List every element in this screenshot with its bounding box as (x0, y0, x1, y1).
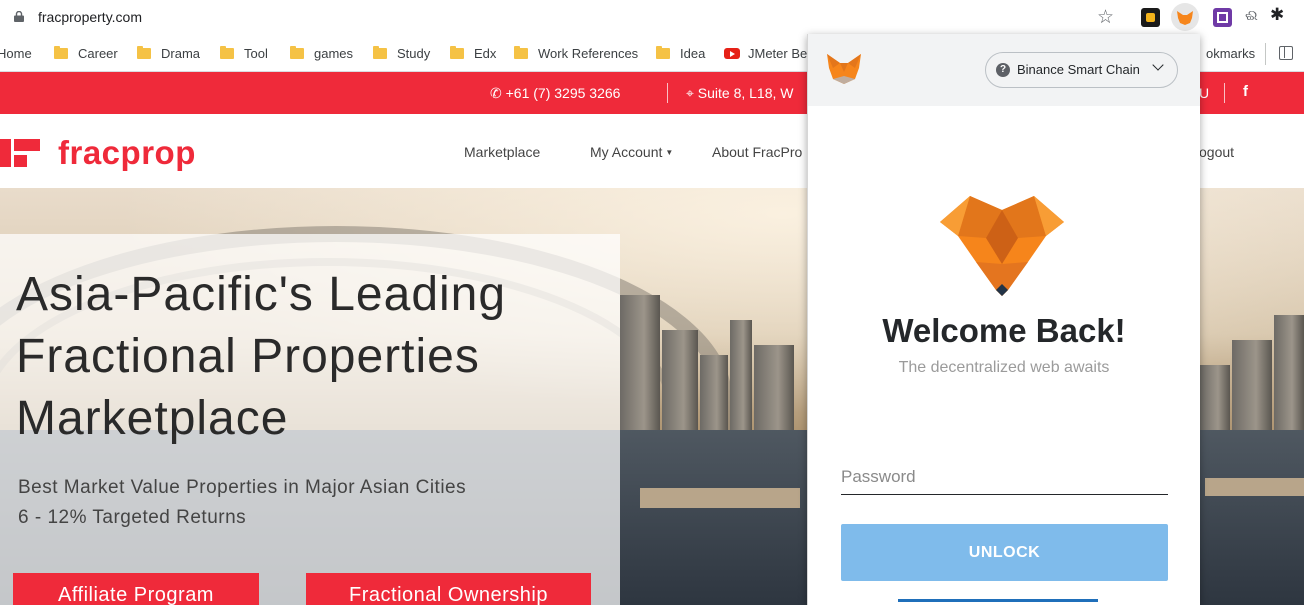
bookmark-career[interactable]: Career (54, 46, 118, 61)
network-label: Binance Smart Chain (1017, 62, 1140, 77)
phone-link[interactable]: ✆ +61 (7) 3295 3266 (490, 85, 620, 102)
affiliate-program-button[interactable]: Affiliate Program (13, 573, 259, 605)
welcome-tagline: The decentralized web awaits (898, 359, 1110, 376)
folder-icon (220, 46, 234, 59)
address-link[interactable]: ⌖ Suite 8, L18, W (686, 85, 794, 102)
bookmark-idea[interactable]: Idea (656, 46, 705, 61)
bookmark-drama[interactable]: Drama (137, 46, 200, 61)
nav-logout[interactable]: ogout (1199, 144, 1234, 160)
nav-about[interactable]: About FracPro (712, 144, 802, 160)
password-input[interactable] (841, 459, 1168, 495)
hero-subtitle: Best Market Value Properties in Major As… (18, 477, 467, 528)
network-selector[interactable]: ? Binance Smart Chain (985, 52, 1178, 88)
address-bar[interactable]: fracproperty.com ☆ ଈ ✱ (0, 0, 1304, 36)
metamask-fox-logo-icon (940, 196, 1064, 296)
bookmark-home[interactable]: Home (0, 46, 32, 61)
lock-icon[interactable] (14, 11, 24, 22)
logo-text[interactable]: fracprop (58, 134, 196, 172)
folder-icon (656, 46, 670, 59)
facebook-icon[interactable]: f (1243, 83, 1248, 100)
chevron-down-icon (1152, 59, 1164, 71)
fractional-ownership-button[interactable]: Fractional Ownership (306, 573, 591, 605)
welcome-heading: Welcome Back! (882, 312, 1126, 349)
url-text[interactable]: fracproperty.com (38, 9, 142, 25)
bookmark-jmeter[interactable]: JMeter Be (724, 46, 807, 61)
metamask-extension-icon[interactable] (1171, 3, 1199, 31)
fracprop-logo-icon[interactable] (0, 139, 40, 167)
bookmark-work-references[interactable]: Work References (514, 46, 638, 61)
caret-down-icon: ▼ (665, 148, 674, 157)
reading-list-icon[interactable] (1279, 46, 1293, 60)
folder-icon (373, 46, 387, 59)
bookmark-other[interactable]: okmarks (1206, 46, 1255, 61)
unlock-button[interactable]: UNLOCK (841, 524, 1168, 581)
bookmarks-divider (1265, 43, 1266, 65)
bookmark-tool[interactable]: Tool (220, 46, 268, 61)
bookmark-study[interactable]: Study (373, 46, 430, 61)
folder-icon (290, 46, 304, 59)
extension-icon[interactable] (1213, 8, 1232, 27)
metamask-fox-icon (827, 54, 861, 84)
folder-icon (137, 46, 151, 59)
divider (1224, 83, 1225, 103)
divider (667, 83, 668, 103)
folder-icon (450, 46, 464, 59)
help-icon: ? (996, 63, 1010, 77)
puzzle-icon[interactable]: ✱ (1270, 5, 1284, 25)
metamask-popup: ? Binance Smart Chain Welcome Back! The … (807, 34, 1200, 605)
restore-account-link[interactable] (808, 599, 1200, 605)
location-pin-icon: ⌖ (686, 85, 694, 101)
folder-icon (54, 46, 68, 59)
nav-my-account[interactable]: My Account ▼ (590, 144, 673, 160)
popup-header: ? Binance Smart Chain (808, 34, 1200, 106)
extension-icon[interactable] (1141, 8, 1160, 27)
extension-icon[interactable]: ଈ (1245, 7, 1258, 24)
folder-icon (514, 46, 528, 59)
youtube-icon (724, 48, 740, 59)
nav-marketplace[interactable]: Marketplace (464, 144, 540, 160)
phone-icon: ✆ (490, 85, 502, 101)
bookmark-edx[interactable]: Edx (450, 46, 496, 61)
topbar-right-text[interactable]: U (1199, 85, 1209, 101)
bookmark-star-icon[interactable]: ☆ (1097, 6, 1114, 29)
bookmark-games[interactable]: games (290, 46, 353, 61)
hero-title: Asia-Pacific's Leading Fractional Proper… (16, 268, 507, 445)
